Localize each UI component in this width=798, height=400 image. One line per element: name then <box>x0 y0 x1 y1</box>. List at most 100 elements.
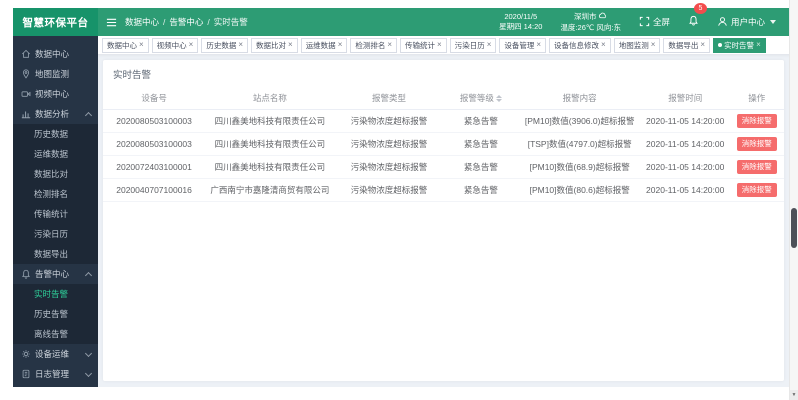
tab-item[interactable]: 传输统计 × <box>400 37 447 53</box>
sidebar-subitem[interactable]: 历史数据 <box>13 124 98 144</box>
app-body: 数据中心 地图监测 视频中心 数据分析 历史数据 运维数据 数据比对 检测排名 传输统计 污染日历… <box>13 36 790 387</box>
sidebar-item[interactable]: 设备运维 <box>13 344 98 364</box>
tab-close-icon[interactable]: × <box>487 41 492 49</box>
sidebar-item[interactable]: 视频中心 <box>13 84 98 104</box>
sidebar-subitem[interactable]: 检测排名 <box>13 184 98 204</box>
main-area: 数据中心 × 视频中心 × 历史数据 × 数据比对 × 运维数据 × 检测排名 × 传输统计 × 污染日历 ×… <box>98 36 790 387</box>
panel-title: 实时告警 <box>113 70 152 81</box>
tab-item[interactable]: 运维数据 × <box>300 37 348 53</box>
tab-close-icon[interactable]: × <box>651 41 656 49</box>
document-icon <box>21 369 31 379</box>
tab-label: 数据中心 <box>107 40 137 50</box>
notification-badge: 5 <box>693 3 707 14</box>
sidebar-item[interactable]: 地图监测 <box>13 64 98 84</box>
sidebar-subitem-label: 实时告警 <box>34 289 69 299</box>
sidebar-subitem[interactable]: 历史告警 <box>13 304 98 324</box>
column-header: 报警时间 <box>640 87 730 110</box>
sidebar-item-label: 数据分析 <box>35 109 70 119</box>
tab-item[interactable]: 数据比对 × <box>251 37 298 53</box>
tab-close-icon[interactable]: × <box>139 41 144 49</box>
tab-close-icon[interactable]: × <box>536 41 541 49</box>
sort-icon[interactable] <box>495 95 502 103</box>
fullscreen-button[interactable]: 全屏 <box>639 16 670 29</box>
cell-type: 污染物浓度超标报警 <box>334 109 444 133</box>
sidebar-subitem[interactable]: 数据比对 <box>13 164 98 184</box>
tab-close-icon[interactable]: × <box>437 41 442 49</box>
sidebar-subitem[interactable]: 离线告警 <box>13 324 98 344</box>
sidebar-item[interactable]: 日志管理 <box>13 364 98 384</box>
table-header-row: 设备号 站点名称 报警类型 报警等级 报警内容 报警时间 操作 <box>103 87 784 110</box>
tab-item[interactable]: 数据导出 × <box>663 37 711 53</box>
breadcrumb-item[interactable]: 数据中心 <box>125 16 159 28</box>
tab-item[interactable]: 检测排名 × <box>350 37 398 53</box>
bell-icon <box>688 13 699 30</box>
chevron-down-icon <box>84 349 93 357</box>
column-header: 报警内容 <box>518 87 641 110</box>
sidebar-item-label: 视频中心 <box>35 89 70 99</box>
tab-item-active[interactable]: 实时告警 × <box>713 37 766 53</box>
sidebar-item[interactable]: 数据分析 <box>13 104 98 124</box>
user-menu[interactable]: 用户中心 <box>717 16 776 29</box>
fullscreen-label: 全屏 <box>652 17 670 27</box>
tab-item[interactable]: 数据中心 × <box>102 37 149 53</box>
weather-city: 深圳市 <box>573 11 597 21</box>
realtime-alarm-panel: 实时告警 设备号 站点名称 报警类型 报警等级 报警内容 报警时间 操作 202008050… <box>103 60 784 381</box>
user-icon <box>717 16 728 29</box>
sidebar-subitem[interactable]: 运维数据 <box>13 144 98 164</box>
cell-device_no: 2020080503100003 <box>103 132 206 156</box>
header-right: 2020/11/5 星期四 14:20 深圳市 温度:26℃ 风向:东 全屏 5… <box>499 3 790 36</box>
tab-close-icon[interactable]: × <box>700 41 705 49</box>
tab-item[interactable]: 设备信息修改 × <box>549 37 611 53</box>
cell-site: 四川鑫美地科技有限责任公司 <box>205 109 335 133</box>
page-scrollbar[interactable]: ▼ <box>789 0 798 400</box>
tab-close-icon[interactable]: × <box>756 41 761 49</box>
clear-alarm-button[interactable]: 消除报警 <box>736 114 777 128</box>
tab-item[interactable]: 污染日历 × <box>449 37 497 53</box>
tab-item[interactable]: 设备管理 × <box>499 37 547 53</box>
cell-device_no: 2020072403100001 <box>103 155 206 179</box>
tab-label: 历史数据 <box>206 40 237 50</box>
sidebar-item[interactable]: 数据中心 <box>13 44 98 64</box>
sidebar-subitem[interactable]: 传输统计 <box>13 204 98 224</box>
column-header: 设备号 <box>103 87 206 110</box>
hamburger-menu-icon[interactable] <box>106 17 117 28</box>
tab-label: 设备信息修改 <box>554 40 600 50</box>
tab-item[interactable]: 地图监测 × <box>613 37 661 53</box>
tab-close-icon[interactable]: × <box>288 41 293 49</box>
sidebar-subitem[interactable]: 污染日历 <box>13 224 98 244</box>
sidebar-subitem-active[interactable]: 实时告警 <box>13 284 98 304</box>
cell-type: 污染物浓度超标报警 <box>334 132 444 156</box>
clear-alarm-button[interactable]: 消除报警 <box>736 183 777 197</box>
tab-item[interactable]: 视频中心 × <box>151 37 199 53</box>
tab-label: 数据导出 <box>668 40 699 50</box>
tab-close-icon[interactable]: × <box>387 41 392 49</box>
breadcrumb-item[interactable]: 实时告警 <box>214 16 248 28</box>
sidebar-item-label: 日志管理 <box>35 369 70 379</box>
breadcrumb-item[interactable]: 告警中心 <box>169 16 203 28</box>
sidebar-item-label: 告警中心 <box>35 269 70 279</box>
clear-alarm-button[interactable]: 消除报警 <box>736 137 777 151</box>
tab-label: 视频中心 <box>156 40 187 50</box>
column-header[interactable]: 报警等级 <box>443 87 519 110</box>
user-menu-label: 用户中心 <box>730 17 765 27</box>
tab-item[interactable]: 历史数据 × <box>201 37 249 53</box>
clear-alarm-button[interactable]: 消除报警 <box>736 160 777 174</box>
column-header: 报警类型 <box>334 87 444 110</box>
map-pin-icon <box>21 69 31 79</box>
chevron-down-icon <box>84 369 93 377</box>
active-tab-dot <box>718 43 723 47</box>
scrollbar-thumb[interactable] <box>791 208 797 248</box>
sidebar-subitem-label: 运维数据 <box>34 149 69 159</box>
sidebar-subitem[interactable]: 数据导出 <box>13 244 98 264</box>
tab-close-icon[interactable]: × <box>601 41 606 49</box>
scroll-down-arrow[interactable]: ▼ <box>790 390 798 400</box>
tab-close-icon[interactable]: × <box>238 41 243 49</box>
tab-close-icon[interactable]: × <box>189 41 194 49</box>
tab-close-icon[interactable]: × <box>338 41 343 49</box>
column-header-label: 设备号 <box>141 93 167 103</box>
app-logo: 智慧环保平台 <box>13 8 98 36</box>
tab-label: 污染日历 <box>454 40 485 50</box>
notification-bell[interactable]: 5 <box>688 3 707 31</box>
sidebar-item[interactable]: 告警中心 <box>13 264 98 284</box>
tab-label: 运维数据 <box>305 40 336 50</box>
